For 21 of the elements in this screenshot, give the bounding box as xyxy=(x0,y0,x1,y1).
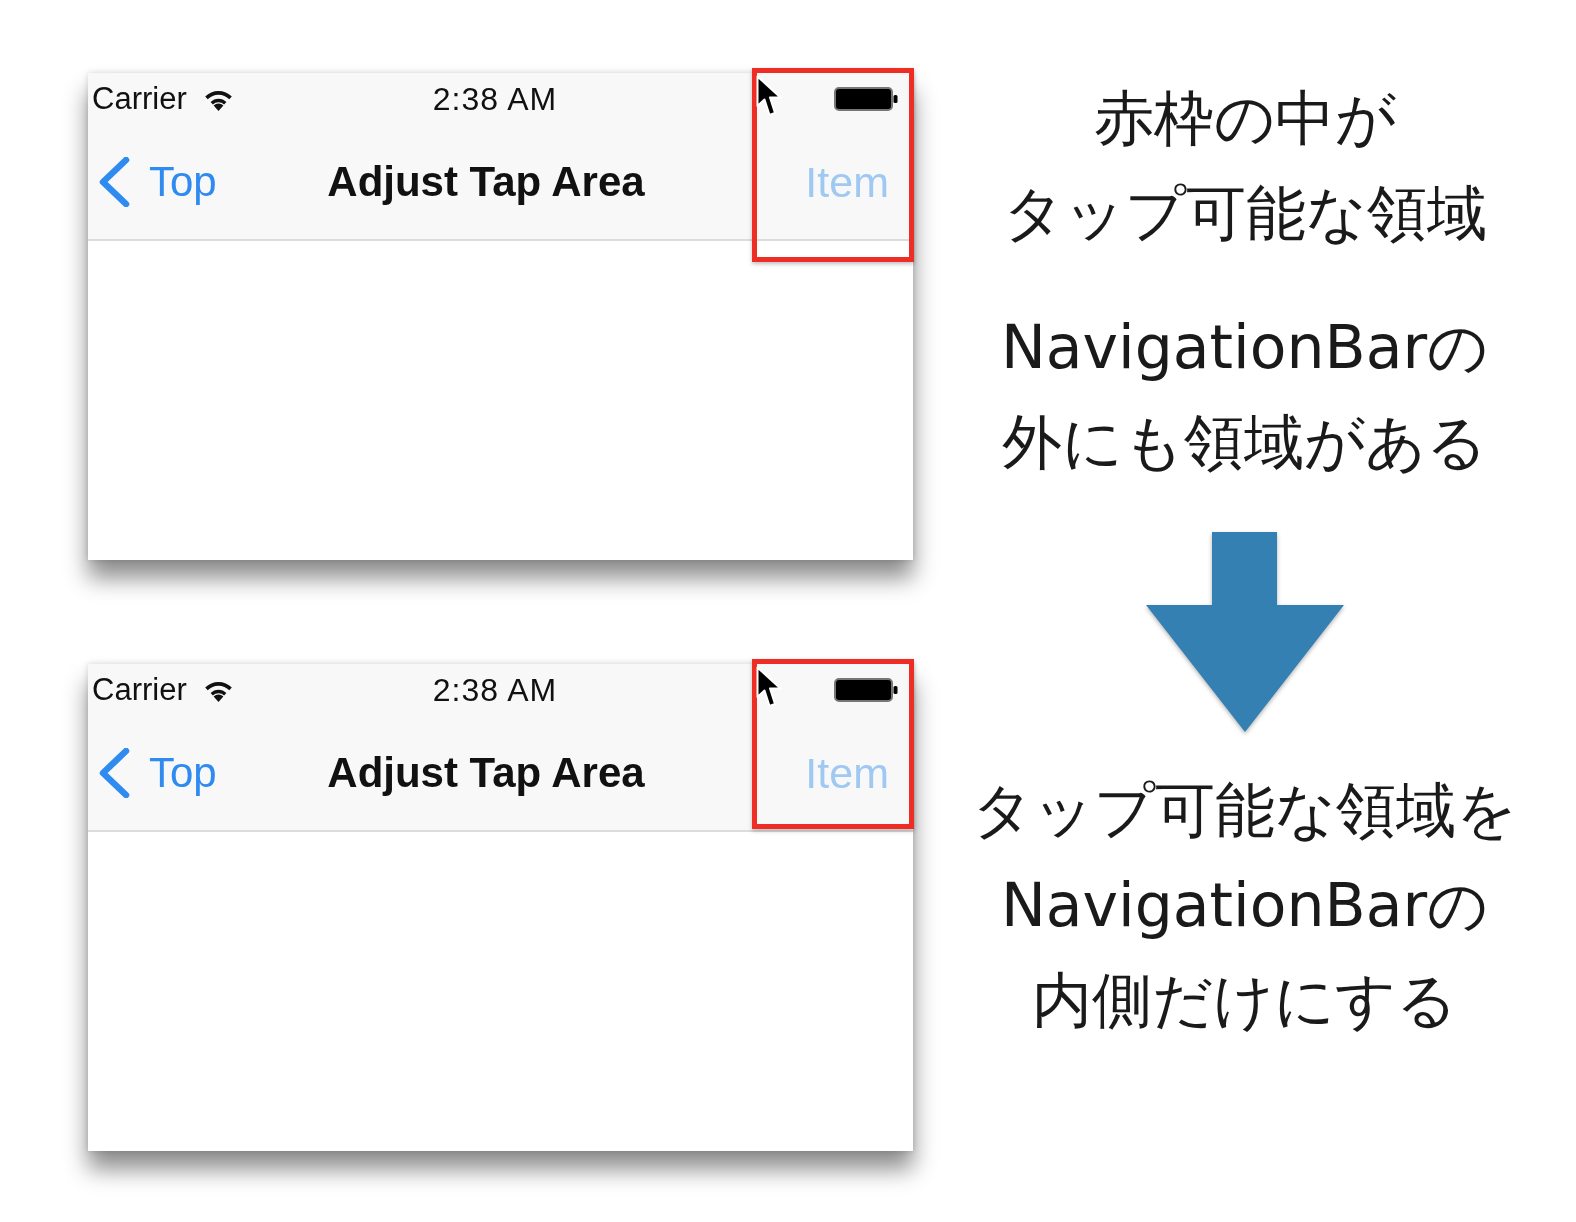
explanation-text: 外にも領域がある xyxy=(1002,406,1487,479)
explanation-text: NavigationBarの xyxy=(1000,311,1489,384)
explanation-text: 内側だけにする xyxy=(1032,964,1457,1037)
chevron-left-icon xyxy=(97,748,131,798)
explanation-text: NavigationBarの xyxy=(1000,869,1489,942)
item-button[interactable]: Item xyxy=(805,748,889,798)
back-button[interactable]: Top xyxy=(97,157,217,207)
chevron-left-icon xyxy=(97,157,131,207)
explanation-text: 赤枠の中が xyxy=(1093,82,1396,155)
battery-icon xyxy=(834,87,898,111)
navigation-title: Adjust Tap Area xyxy=(327,158,645,206)
explanation-text: タップ可能な領域 xyxy=(1002,177,1487,250)
status-time: 2:38 AM xyxy=(432,671,558,709)
back-button[interactable]: Top xyxy=(97,748,217,798)
status-time: 2:38 AM xyxy=(432,80,558,118)
item-button[interactable]: Item xyxy=(805,157,889,207)
explanation-text: タップ可能な領域を xyxy=(972,774,1517,847)
carrier-label: Carrier xyxy=(92,81,187,117)
navigation-title: Adjust Tap Area xyxy=(327,749,645,797)
carrier-label: Carrier xyxy=(92,672,187,708)
battery-icon xyxy=(834,678,898,702)
